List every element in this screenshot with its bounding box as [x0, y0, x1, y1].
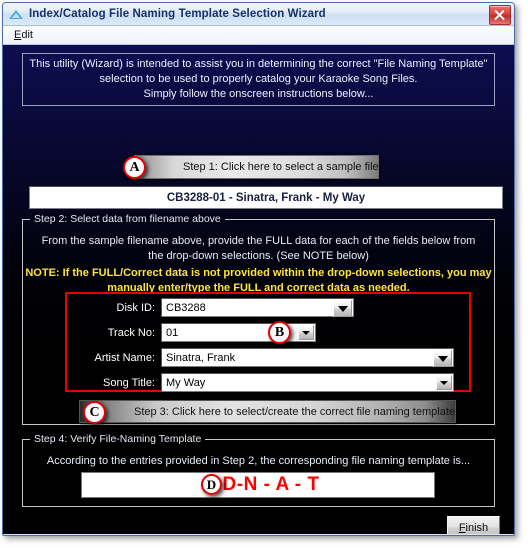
- title-bar: Index/Catalog File Naming Template Selec…: [3, 3, 514, 26]
- intro-panel: This utility (Wizard) is intended to ass…: [22, 53, 495, 106]
- artist-name-combobox[interactable]: Sinatra, Frank: [161, 348, 454, 367]
- intro-line-3: Simply follow the onscreen instructions …: [143, 88, 374, 100]
- sample-filename-display: CB3288-01 - Sinatra, Frank - My Way: [29, 186, 503, 209]
- field-row-disk-id: Disk ID: CB3288: [75, 298, 354, 317]
- step1-select-sample-file-button[interactable]: Step 1: Click here to select a sample fi…: [134, 155, 388, 179]
- menu-bar: Edit: [3, 26, 514, 45]
- step3-create-template-button[interactable]: Step 3: Click here to select/create the …: [79, 400, 456, 423]
- step2-groupbox: Step 2: Select data from filename above …: [22, 213, 495, 425]
- disk-id-value: CB3288: [166, 301, 206, 314]
- field-row-artist-name: Artist Name: Sinatra, Frank: [75, 348, 454, 367]
- song-title-label: Song Title:: [103, 376, 155, 389]
- step2-note-line-1: NOTE: If the FULL/Correct data is not pr…: [25, 267, 492, 279]
- disk-id-label: Disk ID:: [116, 301, 156, 314]
- intro-line-1: This utility (Wizard) is intended to ass…: [29, 58, 488, 70]
- artist-name-value: Sinatra, Frank: [166, 351, 236, 364]
- callout-marker-c: C: [83, 401, 106, 424]
- chevron-down-icon[interactable]: [436, 375, 452, 390]
- intro-line-2: selection to be used to properly catalog…: [99, 73, 418, 85]
- menu-item-edit[interactable]: Edit: [9, 28, 38, 42]
- field-row-song-title: Song Title: My Way: [75, 373, 454, 392]
- callout-marker-b: B: [268, 321, 291, 344]
- step2-instruction-line-1: From the sample filename above, provide …: [41, 235, 476, 247]
- wizard-window: Index/Catalog File Naming Template Selec…: [2, 2, 515, 536]
- disk-id-combobox[interactable]: CB3288: [161, 298, 354, 317]
- chevron-down-icon[interactable]: [433, 350, 452, 367]
- close-icon[interactable]: [489, 5, 511, 25]
- step2-instruction-line-2: the drop-down selections. (See NOTE belo…: [148, 250, 369, 262]
- step4-legend: Step 4: Verify File-Naming Template: [30, 433, 206, 445]
- song-title-combobox[interactable]: My Way: [161, 373, 454, 392]
- finish-rest: inish: [465, 521, 489, 534]
- chevron-down-icon[interactable]: [333, 300, 352, 317]
- artist-name-label: Artist Name:: [94, 351, 155, 364]
- callout-marker-a: A: [123, 156, 146, 179]
- step2-legend: Step 2: Select data from filename above: [30, 213, 225, 225]
- step3-button-label: Step 3: Click here to select/create the …: [134, 405, 455, 418]
- sample-filename-text: CB3288-01 - Sinatra, Frank - My Way: [166, 191, 366, 204]
- window-title: Index/Catalog File Naming Template Selec…: [29, 8, 326, 20]
- template-result-text: D-N - A - T: [222, 474, 320, 495]
- finish-button[interactable]: Finish: [447, 516, 500, 534]
- template-result-field: D-N - A - T: [81, 472, 435, 498]
- track-no-combobox[interactable]: 01: [161, 323, 316, 342]
- menu-edit-rest: dit: [21, 29, 33, 41]
- chevron-down-icon[interactable]: [298, 325, 314, 340]
- step2-note-line-2: manually enter/type the FULL and correct…: [107, 282, 410, 294]
- finish-button-label: Finish: [459, 522, 488, 534]
- callout-marker-d: D: [201, 474, 222, 495]
- wizard-client-area: This utility (Wizard) is intended to ass…: [3, 45, 514, 534]
- finish-mnemonic: F: [458, 521, 466, 534]
- song-title-value: My Way: [166, 376, 206, 389]
- triangle-app-icon: [9, 7, 24, 22]
- step1-button-label: Step 1: Click here to select a sample fi…: [183, 161, 388, 173]
- track-no-value: 01: [166, 326, 179, 339]
- step4-instruction: According to the entries provided in Ste…: [46, 455, 471, 467]
- track-no-label: Track No:: [107, 326, 155, 339]
